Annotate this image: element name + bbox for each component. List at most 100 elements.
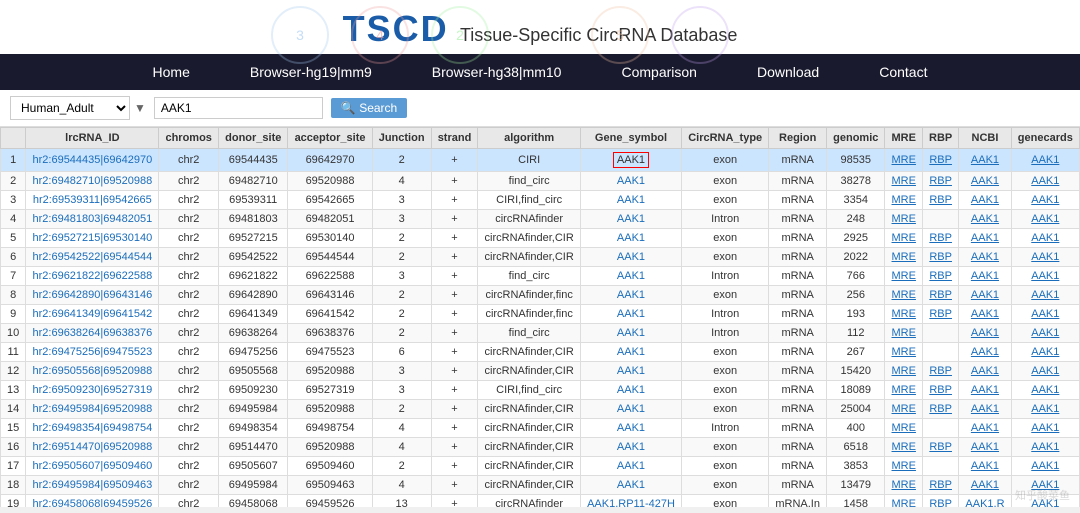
row-rbp[interactable]: RBP bbox=[923, 381, 959, 400]
row-mre[interactable]: MRE bbox=[885, 149, 923, 172]
row-gene[interactable]: AAK1 bbox=[580, 172, 681, 191]
row-rbp[interactable]: RBP bbox=[923, 172, 959, 191]
row-rbp[interactable]: RBP bbox=[923, 191, 959, 210]
row-ncbi[interactable]: AAK1 bbox=[959, 381, 1011, 400]
row-id[interactable]: hr2:69514470|69520988 bbox=[26, 438, 159, 457]
row-mre[interactable]: MRE bbox=[885, 324, 923, 343]
row-mre[interactable]: MRE bbox=[885, 362, 923, 381]
row-rbp[interactable] bbox=[923, 457, 959, 476]
row-id[interactable]: hr2:69544435|69642970 bbox=[26, 149, 159, 172]
search-input[interactable] bbox=[154, 97, 323, 119]
row-genecards[interactable]: AAK1 bbox=[1011, 324, 1079, 343]
row-mre[interactable]: MRE bbox=[885, 476, 923, 495]
row-gene[interactable]: AAK1 bbox=[580, 286, 681, 305]
row-mre[interactable]: MRE bbox=[885, 419, 923, 438]
row-ncbi[interactable]: AAK1 bbox=[959, 248, 1011, 267]
row-id[interactable]: hr2:69495984|69509463 bbox=[26, 476, 159, 495]
row-genecards[interactable]: AAK1 bbox=[1011, 229, 1079, 248]
row-id[interactable]: hr2:69458068|69459526 bbox=[26, 495, 159, 508]
row-gene[interactable]: AAK1 bbox=[580, 305, 681, 324]
row-id[interactable]: hr2:69621822|69622588 bbox=[26, 267, 159, 286]
row-mre[interactable]: MRE bbox=[885, 229, 923, 248]
row-rbp[interactable]: RBP bbox=[923, 248, 959, 267]
row-id[interactable]: hr2:69505568|69520988 bbox=[26, 362, 159, 381]
row-ncbi[interactable]: AAK1 bbox=[959, 305, 1011, 324]
row-genecards[interactable]: AAK1 bbox=[1011, 305, 1079, 324]
row-rbp[interactable]: RBP bbox=[923, 362, 959, 381]
row-id[interactable]: hr2:69495984|69520988 bbox=[26, 400, 159, 419]
row-ncbi[interactable]: AAK1 bbox=[959, 267, 1011, 286]
row-mre[interactable]: MRE bbox=[885, 267, 923, 286]
row-id[interactable]: hr2:69638264|69638376 bbox=[26, 324, 159, 343]
row-id[interactable]: hr2:69482710|69520988 bbox=[26, 172, 159, 191]
row-gene[interactable]: AAK1 bbox=[580, 229, 681, 248]
row-genecards[interactable]: AAK1 bbox=[1011, 267, 1079, 286]
row-id[interactable]: hr2:69509230|69527319 bbox=[26, 381, 159, 400]
row-ncbi[interactable]: AAK1 bbox=[959, 191, 1011, 210]
row-ncbi[interactable]: AAK1 bbox=[959, 362, 1011, 381]
row-id[interactable]: hr2:69475256|69475523 bbox=[26, 343, 159, 362]
row-gene[interactable]: AAK1 bbox=[580, 210, 681, 229]
row-rbp[interactable]: RBP bbox=[923, 400, 959, 419]
row-ncbi[interactable]: AAK1 bbox=[959, 438, 1011, 457]
row-genecards[interactable]: AAK1 bbox=[1011, 286, 1079, 305]
row-gene[interactable]: AAK1 bbox=[580, 419, 681, 438]
row-id[interactable]: hr2:69641349|69641542 bbox=[26, 305, 159, 324]
row-ncbi[interactable]: AAK1 bbox=[959, 419, 1011, 438]
row-rbp[interactable]: RBP bbox=[923, 286, 959, 305]
row-genecards[interactable]: AAK1 bbox=[1011, 149, 1079, 172]
row-mre[interactable]: MRE bbox=[885, 286, 923, 305]
row-genecards[interactable]: AAK1 bbox=[1011, 362, 1079, 381]
row-mre[interactable]: MRE bbox=[885, 210, 923, 229]
row-ncbi[interactable]: AAK1 bbox=[959, 149, 1011, 172]
row-rbp[interactable]: RBP bbox=[923, 495, 959, 508]
row-rbp[interactable]: RBP bbox=[923, 305, 959, 324]
row-genecards[interactable]: AAK1 bbox=[1011, 381, 1079, 400]
row-genecards[interactable]: AAK1 bbox=[1011, 438, 1079, 457]
row-gene[interactable]: AAK1 bbox=[580, 400, 681, 419]
nav-contact[interactable]: Contact bbox=[849, 54, 957, 90]
row-ncbi[interactable]: AAK1 bbox=[959, 343, 1011, 362]
row-ncbi[interactable]: AAK1 bbox=[959, 324, 1011, 343]
row-id[interactable]: hr2:69539311|69542665 bbox=[26, 191, 159, 210]
row-rbp[interactable]: RBP bbox=[923, 476, 959, 495]
row-ncbi[interactable]: AAK1 bbox=[959, 457, 1011, 476]
row-genecards[interactable]: AAK1 bbox=[1011, 210, 1079, 229]
row-mre[interactable]: MRE bbox=[885, 495, 923, 508]
row-genecards[interactable]: AAK1 bbox=[1011, 495, 1079, 508]
row-ncbi[interactable]: AAK1 bbox=[959, 229, 1011, 248]
row-id[interactable]: hr2:69642890|69643146 bbox=[26, 286, 159, 305]
row-genecards[interactable]: AAK1 bbox=[1011, 476, 1079, 495]
row-mre[interactable]: MRE bbox=[885, 343, 923, 362]
row-gene[interactable]: AAK1 bbox=[580, 248, 681, 267]
row-id[interactable]: hr2:69498354|69498754 bbox=[26, 419, 159, 438]
row-gene[interactable]: AAK1 bbox=[580, 343, 681, 362]
row-gene[interactable]: AAK1 bbox=[580, 267, 681, 286]
row-gene[interactable]: AAK1 bbox=[580, 191, 681, 210]
row-genecards[interactable]: AAK1 bbox=[1011, 457, 1079, 476]
row-rbp[interactable]: RBP bbox=[923, 229, 959, 248]
row-ncbi[interactable]: AAK1 bbox=[959, 400, 1011, 419]
row-ncbi[interactable]: AAK1,R bbox=[959, 495, 1011, 508]
row-genecards[interactable]: AAK1 bbox=[1011, 419, 1079, 438]
search-button[interactable]: 🔍 Search bbox=[331, 98, 407, 118]
row-rbp[interactable]: RBP bbox=[923, 267, 959, 286]
row-mre[interactable]: MRE bbox=[885, 400, 923, 419]
nav-browser-hg19[interactable]: Browser-hg19|mm9 bbox=[220, 54, 402, 90]
row-gene[interactable]: AAK1 bbox=[580, 381, 681, 400]
row-mre[interactable]: MRE bbox=[885, 438, 923, 457]
row-mre[interactable]: MRE bbox=[885, 172, 923, 191]
row-mre[interactable]: MRE bbox=[885, 457, 923, 476]
row-genecards[interactable]: AAK1 bbox=[1011, 400, 1079, 419]
row-gene[interactable]: AAK1 bbox=[580, 362, 681, 381]
row-rbp[interactable] bbox=[923, 210, 959, 229]
row-mre[interactable]: MRE bbox=[885, 381, 923, 400]
row-id[interactable]: hr2:69542522|69544544 bbox=[26, 248, 159, 267]
row-id[interactable]: hr2:69505607|69509460 bbox=[26, 457, 159, 476]
row-ncbi[interactable]: AAK1 bbox=[959, 286, 1011, 305]
row-gene[interactable]: AAK1 bbox=[580, 149, 681, 172]
nav-home[interactable]: Home bbox=[123, 54, 220, 90]
row-rbp[interactable] bbox=[923, 343, 959, 362]
row-genecards[interactable]: AAK1 bbox=[1011, 172, 1079, 191]
row-id[interactable]: hr2:69481803|69482051 bbox=[26, 210, 159, 229]
